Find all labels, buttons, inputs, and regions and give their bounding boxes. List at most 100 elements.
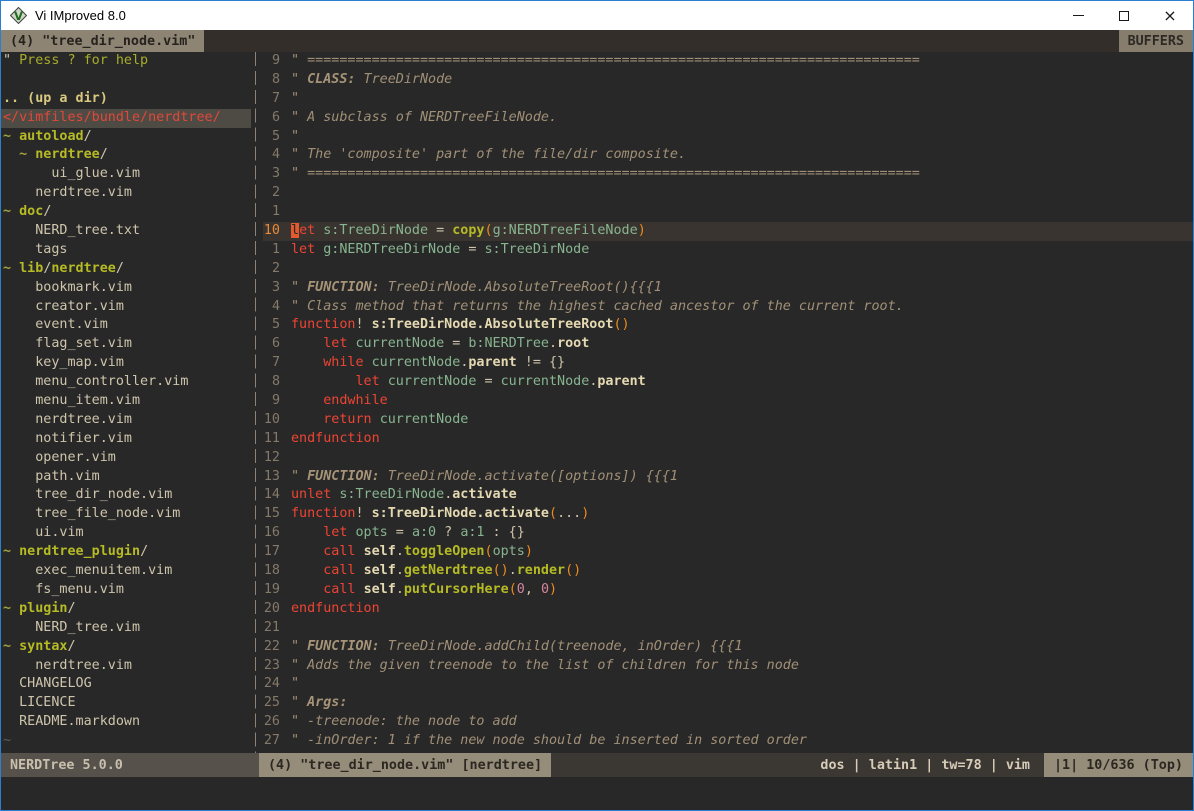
text-segment: README.markdown — [3, 714, 140, 729]
text-segment: let — [356, 374, 380, 389]
line-number: 9 — [263, 52, 280, 71]
code-line[interactable]: 19 call self.putCursorHere(0, 0) — [263, 581, 1193, 600]
tree-row[interactable]: opener.vim — [1, 449, 251, 468]
tree-row[interactable]: nerdtree.vim — [1, 657, 251, 676]
code-line[interactable]: 3" =====================================… — [263, 165, 1193, 184]
line-number: 5 — [263, 128, 280, 147]
tree-row[interactable]: NERD_tree.txt — [1, 222, 251, 241]
code-line[interactable]: 3" FUNCTION: TreeDirNode.AbsoluteTreeRoo… — [263, 279, 1193, 298]
text-segment — [356, 582, 364, 597]
tree-row[interactable]: creator.vim — [1, 298, 251, 317]
tree-row[interactable]: ~ syntax/ — [1, 638, 251, 657]
tree-row[interactable]: path.vim — [1, 468, 251, 487]
text-segment — [356, 544, 364, 559]
code-line[interactable]: 16 let opts = a:0 ? a:1 : {} — [263, 524, 1193, 543]
code-line[interactable]: 5" — [263, 128, 1193, 147]
tree-row[interactable]: " Press ? for help — [1, 52, 251, 71]
code-line[interactable]: 17 call self.toggleOpen(opts) — [263, 543, 1193, 562]
code-line[interactable]: 13" FUNCTION: TreeDirNode.activate([opti… — [263, 468, 1193, 487]
text-segment: opener.vim — [3, 450, 116, 465]
tree-row[interactable]: tags — [1, 241, 251, 260]
code-line[interactable]: 14unlet s:TreeDirNode.activate — [263, 486, 1193, 505]
line-number: 5 — [263, 316, 280, 335]
tree-row[interactable]: ui.vim — [1, 524, 251, 543]
tree-row[interactable]: nerdtree.vim — [1, 184, 251, 203]
tree-row[interactable]: .. (up a dir) — [1, 90, 251, 109]
code-line[interactable]: 21 — [263, 619, 1193, 638]
close-button[interactable]: × — [1147, 1, 1193, 30]
code-line[interactable]: 15function! s:TreeDirNode.activate(...) — [263, 505, 1193, 524]
tree-row[interactable]: ~ autoload/ — [1, 128, 251, 147]
tree-row[interactable]: exec_menuitem.vim — [1, 562, 251, 581]
tree-row[interactable]: ~ — [1, 732, 251, 751]
text-segment: " Class method that returns the highest … — [291, 299, 904, 314]
tree-row[interactable]: menu_item.vim — [1, 392, 251, 411]
tree-row[interactable]: fs_menu.vim — [1, 581, 251, 600]
tree-row[interactable]: CHANGELOG — [1, 675, 251, 694]
tree-row[interactable]: notifier.vim — [1, 430, 251, 449]
code-line[interactable]: 9" =====================================… — [263, 52, 1193, 71]
code-line[interactable]: 10 return currentNode — [263, 411, 1193, 430]
code-line[interactable]: 23" Adds the given treenode to the list … — [263, 657, 1193, 676]
buffers-label: BUFFERS — [1119, 30, 1193, 52]
code-line[interactable]: 25" Args: — [263, 694, 1193, 713]
text-segment: / — [68, 639, 76, 654]
code-line[interactable]: 20endfunction — [263, 600, 1193, 619]
code-line-cursor[interactable]: 10let s:TreeDirNode = copy(g:NERDTreeFil… — [263, 222, 1193, 241]
tree-row[interactable]: key_map.vim — [1, 354, 251, 373]
code-line[interactable]: 18 call self.getNerdtree().render() — [263, 562, 1193, 581]
text-segment: " — [291, 639, 307, 654]
text-segment: () — [613, 317, 629, 332]
code-line[interactable]: 27" -inOrder: 1 if the new node should b… — [263, 732, 1193, 751]
tree-row[interactable]: ~ nerdtree/ — [1, 146, 251, 165]
code-line[interactable]: 4" Class method that returns the highest… — [263, 298, 1193, 317]
tree-row[interactable]: ui_glue.vim — [1, 165, 251, 184]
tree-row[interactable]: tree_dir_node.vim — [1, 486, 251, 505]
tree-row[interactable] — [1, 71, 251, 90]
command-line[interactable] — [1, 777, 1193, 810]
code-line[interactable]: 1 — [263, 203, 1193, 222]
tree-row[interactable]: menu_controller.vim — [1, 373, 251, 392]
line-number: 27 — [263, 732, 280, 751]
code-line[interactable]: 1let g:NERDTreeDirNode = s:TreeDirNode — [263, 241, 1193, 260]
tree-row[interactable]: LICENCE — [1, 694, 251, 713]
code-line[interactable]: 2 — [263, 260, 1193, 279]
text-segment: " -treenode: the node to add — [291, 714, 517, 729]
code-line[interactable]: 2 — [263, 184, 1193, 203]
tree-row[interactable]: flag_set.vim — [1, 335, 251, 354]
code-line[interactable]: 9 endwhile — [263, 392, 1193, 411]
tree-row-selected[interactable]: </vimfiles/bundle/nerdtree/ — [1, 109, 251, 128]
minimize-button[interactable] — [1055, 1, 1101, 30]
code-line[interactable]: 11endfunction — [263, 430, 1193, 449]
tree-row[interactable]: nerdtree.vim — [1, 411, 251, 430]
tree-row[interactable]: NERD_tree.vim — [1, 619, 251, 638]
code-line[interactable]: 7" — [263, 90, 1193, 109]
code-line[interactable]: 6" A subclass of NERDTreeFileNode. — [263, 109, 1193, 128]
window-separator[interactable] — [251, 52, 263, 753]
code-line[interactable]: 8 let currentNode = currentNode.parent — [263, 373, 1193, 392]
text-segment: call — [323, 544, 355, 559]
code-line[interactable]: 22" FUNCTION: TreeDirNode.addChild(treen… — [263, 638, 1193, 657]
tree-row[interactable]: ~ plugin/ — [1, 600, 251, 619]
code-line[interactable]: 5function! s:TreeDirNode.AbsoluteTreeRoo… — [263, 316, 1193, 335]
vim-app-icon[interactable]: V — [10, 7, 28, 25]
code-line[interactable]: 8" CLASS: TreeDirNode — [263, 71, 1193, 90]
code-line[interactable]: 12 — [263, 449, 1193, 468]
tree-row[interactable]: ~ lib/nerdtree/ — [1, 260, 251, 279]
tab-tree-dir-node[interactable]: (4) "tree_dir_node.vim" — [1, 30, 204, 52]
tree-row[interactable]: bookmark.vim — [1, 279, 251, 298]
code-line[interactable]: 4" The 'composite' part of the file/dir … — [263, 146, 1193, 165]
text-segment: currentNode — [501, 374, 590, 389]
maximize-button[interactable] — [1101, 1, 1147, 30]
tree-row[interactable]: ~ nerdtree_plugin/ — [1, 543, 251, 562]
title-bar[interactable]: V Vi IMproved 8.0 × — [1, 1, 1193, 30]
tree-row[interactable]: README.markdown — [1, 713, 251, 732]
code-line[interactable]: 26" -treenode: the node to add — [263, 713, 1193, 732]
tree-row[interactable]: event.vim — [1, 316, 251, 335]
tree-row[interactable]: ~ doc/ — [1, 203, 251, 222]
text-segment: syntax — [19, 639, 67, 654]
tree-row[interactable]: tree_file_node.vim — [1, 505, 251, 524]
code-line[interactable]: 6 let currentNode = b:NERDTree.root — [263, 335, 1193, 354]
code-line[interactable]: 7 while currentNode.parent != {} — [263, 354, 1193, 373]
code-line[interactable]: 24" — [263, 675, 1193, 694]
